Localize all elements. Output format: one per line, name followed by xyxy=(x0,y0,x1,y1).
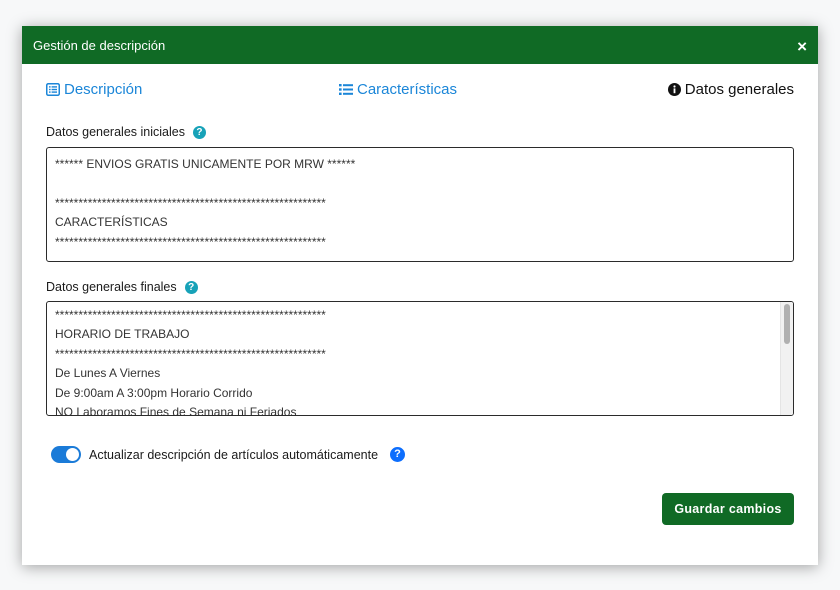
tab-bar: Descripción Características Datos genera… xyxy=(22,64,818,116)
question-circle-icon[interactable]: ? xyxy=(390,447,406,462)
tab-caracteristicas[interactable]: Características xyxy=(339,81,457,98)
toggle-knob xyxy=(66,448,79,461)
modal-header: Gestión de descripción × xyxy=(22,26,818,64)
textarea-line: ****************************************… xyxy=(55,346,326,361)
textarea-line: ****** ENVIOS GRATIS UNICAMENTE POR MRW … xyxy=(55,157,356,171)
textarea-line: ****************************************… xyxy=(55,308,326,322)
textarea-line: ****************************************… xyxy=(55,234,326,249)
auto-update-label: Actualizar descripción de artículos auto… xyxy=(89,447,379,462)
textarea-scrollbar[interactable] xyxy=(780,302,793,415)
textarea-line: De Lunes A Viernes xyxy=(55,366,161,381)
question-circle-icon[interactable]: ? xyxy=(184,280,198,294)
auto-update-toggle[interactable] xyxy=(51,446,81,463)
final-data-textarea[interactable]: ****************************************… xyxy=(46,301,794,416)
textarea-line: HORARIO DE TRABAJO xyxy=(55,327,190,342)
save-changes-button[interactable]: Guardar cambios xyxy=(662,493,794,525)
textarea-line: CARACTERÍSTICAS xyxy=(55,215,168,230)
tab-label: Datos generales xyxy=(684,81,794,98)
list-icon xyxy=(339,84,353,95)
question-circle-icon[interactable]: ? xyxy=(192,125,206,139)
initial-data-textarea[interactable]: ****** ENVIOS GRATIS UNICAMENTE POR MRW … xyxy=(46,147,794,262)
close-icon[interactable]: × xyxy=(797,38,807,55)
info-circle-icon xyxy=(667,83,681,96)
auto-update-row: Actualizar descripción de artículos auto… xyxy=(51,446,406,463)
tab-datos-generales[interactable]: Datos generales xyxy=(667,81,794,98)
tab-label: Descripción xyxy=(64,81,143,98)
final-data-label: Datos generales finales ? xyxy=(46,280,198,294)
textarea-line: ****************************************… xyxy=(55,195,326,210)
description-management-modal: Gestión de descripción × Descripción Car… xyxy=(22,26,818,565)
textarea-line: De 9:00am A 3:00pm Horario Corrido xyxy=(55,385,253,400)
scrollbar-thumb[interactable] xyxy=(784,304,790,344)
modal-title: Gestión de descripción xyxy=(33,37,166,53)
tab-label: Características xyxy=(357,81,458,98)
textarea-line xyxy=(55,174,785,193)
initial-data-label: Datos generales iniciales ? xyxy=(46,125,206,139)
textarea-line: NO Laboramos Fines de Semana ni Feriados xyxy=(55,404,297,416)
list-alt-icon xyxy=(46,83,60,96)
tab-descripcion[interactable]: Descripción xyxy=(46,81,142,98)
